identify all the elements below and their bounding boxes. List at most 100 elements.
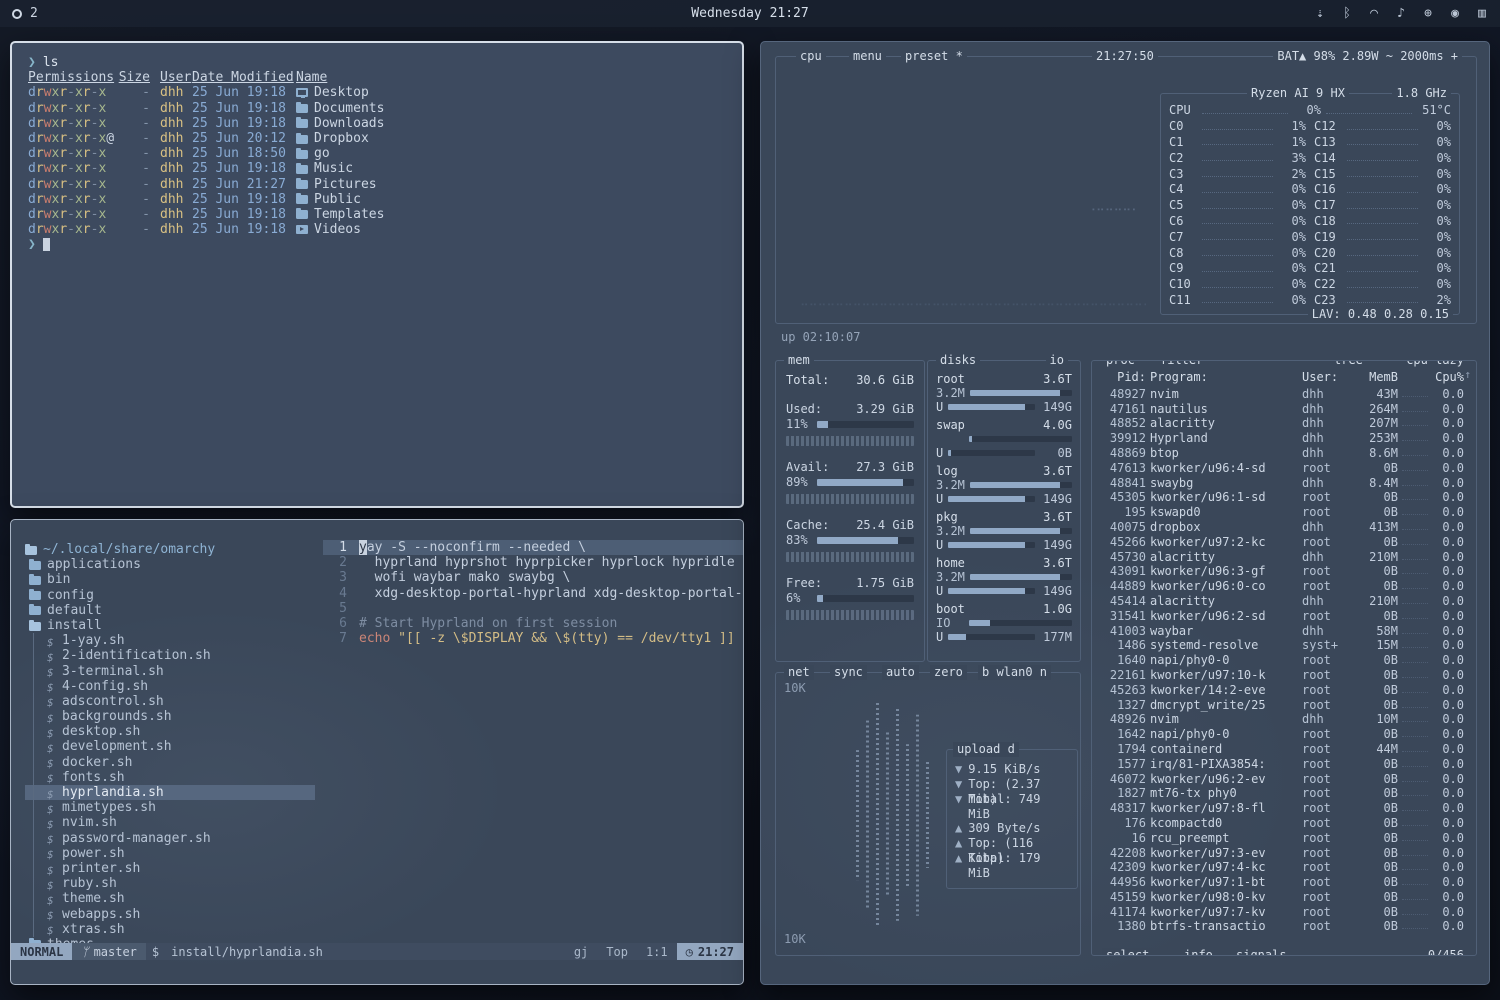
tree-item[interactable]: nvim.sh xyxy=(25,815,315,830)
process-row[interactable]: 42208 kworker/u97:3-ev root 0B 0.0 xyxy=(1102,846,1464,861)
header-user[interactable]: User: xyxy=(1302,370,1354,385)
process-panel-title[interactable]: proc xyxy=(1102,360,1139,368)
process-row[interactable]: 1486 systemd-resolve syst+ 15M 0.0 xyxy=(1102,638,1464,653)
process-row[interactable]: 45266 kworker/u97:2-kc root 0B 0.0 xyxy=(1102,535,1464,550)
sort-mode[interactable]: cpu lazy xyxy=(1402,360,1468,368)
process-row[interactable]: 48317 kworker/u97:8-fl root 0B 0.0 xyxy=(1102,801,1464,816)
network-panel-title[interactable]: net xyxy=(784,665,814,680)
process-row[interactable]: 1327 dmcrypt_write/25 root 0B 0.0 xyxy=(1102,698,1464,713)
tree-item[interactable]: 1-yay.sh xyxy=(25,633,315,648)
wifi-icon[interactable]: ◠ xyxy=(1368,6,1380,21)
tree-item[interactable]: docker.sh xyxy=(25,755,315,770)
process-row[interactable]: 45159 kworker/u98:0-kv root 0B 0.0 xyxy=(1102,890,1464,905)
process-row[interactable]: 44889 kworker/u96:0-co root 0B 0.0 xyxy=(1102,579,1464,594)
process-row[interactable]: 1380 btrfs-transactio root 0B 0.0 xyxy=(1102,919,1464,934)
process-row[interactable]: 43091 kworker/u96:3-gf root 0B 0.0 xyxy=(1102,564,1464,579)
tree-item[interactable]: printer.sh xyxy=(25,861,315,876)
tree-item[interactable]: default xyxy=(25,603,315,618)
process-row[interactable]: 48927 nvim dhh 43M 0.0 xyxy=(1102,387,1464,402)
process-row[interactable]: 45305 kworker/u96:1-sd root 0B 0.0 xyxy=(1102,490,1464,505)
process-row[interactable]: 39912 Hyprland dhh 253M 0.0 xyxy=(1102,431,1464,446)
process-row[interactable]: 44956 kworker/u97:1-bt root 0B 0.0 xyxy=(1102,875,1464,890)
preset-button[interactable]: preset * xyxy=(901,49,967,64)
bluetooth-icon[interactable]: ᛒ xyxy=(1341,6,1353,21)
header-program[interactable]: Program: xyxy=(1150,370,1298,385)
process-row[interactable]: 47161 nautilus dhh 264M 0.0 xyxy=(1102,402,1464,417)
tree-item[interactable]: fonts.sh xyxy=(25,770,315,785)
tree-item[interactable]: config xyxy=(25,588,315,603)
select-hint[interactable]: select xyxy=(1102,948,1153,956)
process-row[interactable]: 1827 mt76-tx phy0 root 0B 0.0 xyxy=(1102,786,1464,801)
process-row[interactable]: 41003 waybar dhh 58M 0.0 xyxy=(1102,624,1464,639)
tree-root[interactable]: ~/.local/share/omarchy xyxy=(25,542,315,557)
cpu-panel-title[interactable]: cpu xyxy=(796,49,826,64)
volume-icon[interactable]: ♪ xyxy=(1395,6,1407,21)
header-mem[interactable]: MemB xyxy=(1358,370,1398,385)
tree-item[interactable]: ruby.sh xyxy=(25,876,315,891)
process-row[interactable]: 1794 containerd root 44M 0.0 xyxy=(1102,742,1464,757)
editor-window[interactable]: ~/.local/share/omarchy applications bin xyxy=(10,519,744,985)
process-row[interactable]: 176 kcompactd0 root 0B 0.0 xyxy=(1102,816,1464,831)
process-row[interactable]: 48852 alacritty dhh 207M 0.0 xyxy=(1102,416,1464,431)
tree-item[interactable]: bin xyxy=(25,572,315,587)
io-mode-button[interactable]: io xyxy=(1046,353,1068,368)
battery-icon[interactable]: ▥ xyxy=(1476,6,1488,21)
auto-button[interactable]: auto xyxy=(882,665,919,680)
process-row[interactable]: 45263 kworker/14:2-eve root 0B 0.0 xyxy=(1102,683,1464,698)
tree-item[interactable]: password-manager.sh xyxy=(25,831,315,846)
tree-toggle[interactable]: tree xyxy=(1330,360,1367,368)
header-cpu[interactable]: Cpu% xyxy=(1432,370,1464,385)
tree-item[interactable]: power.sh xyxy=(25,846,315,861)
signals-button[interactable]: signals xyxy=(1232,948,1291,956)
process-row[interactable]: 16 rcu_preempt root 0B 0.0 xyxy=(1102,831,1464,846)
process-row[interactable]: 46072 kworker/u96:2-ev root 0B 0.0 xyxy=(1102,772,1464,787)
network-icon[interactable]: ⊕ xyxy=(1422,6,1434,21)
tree-item[interactable]: backgrounds.sh xyxy=(25,709,315,724)
process-row[interactable]: 48926 nvim dhh 10M 0.0 xyxy=(1102,712,1464,727)
info-button[interactable]: info xyxy=(1180,948,1217,956)
workspace-indicator[interactable]: 2 xyxy=(12,6,38,21)
process-row[interactable]: 42309 kworker/u97:4-kc root 0B 0.0 xyxy=(1102,860,1464,875)
tree-item[interactable]: 3-terminal.sh xyxy=(25,664,315,679)
tree-item[interactable]: webapps.sh xyxy=(25,907,315,922)
process-row[interactable]: 1642 napi/phy0-0 root 0B 0.0 xyxy=(1102,727,1464,742)
tree-item[interactable]: 4-config.sh xyxy=(25,679,315,694)
btop-window[interactable]: cpu menu preset * 21:27:50 BAT▲ 98% 2.89… xyxy=(760,41,1490,985)
clock[interactable]: Wednesday 21:27 xyxy=(0,6,1500,21)
process-row[interactable]: 195 kswapd0 root 0B 0.0 xyxy=(1102,505,1464,520)
terminal-window[interactable]: ❯ ls Permissions Size User Date Modified… xyxy=(10,41,744,508)
menu-button[interactable]: menu xyxy=(849,49,886,64)
header-pid[interactable]: Pid: xyxy=(1102,370,1146,385)
tree-item[interactable]: adscontrol.sh xyxy=(25,694,315,709)
process-row[interactable]: 41174 kworker/u97:7-kv root 0B 0.0 xyxy=(1102,905,1464,920)
user-icon[interactable]: ◉ xyxy=(1449,6,1461,21)
tree-item[interactable]: theme.sh xyxy=(25,891,315,906)
sync-button[interactable]: sync xyxy=(830,665,867,680)
process-row[interactable]: 48841 swaybg dhh 8.4M 0.0 xyxy=(1102,476,1464,491)
memory-panel-title[interactable]: mem xyxy=(784,353,814,368)
tree-item[interactable]: 2-identification.sh xyxy=(25,648,315,663)
download-icon[interactable]: ⇣ xyxy=(1314,6,1326,21)
tree-item[interactable]: mimetypes.sh xyxy=(25,800,315,815)
process-row[interactable]: 22161 kworker/u97:10-k root 0B 0.0 xyxy=(1102,668,1464,683)
tree-item[interactable]: xtras.sh xyxy=(25,922,315,937)
process-row[interactable]: 48869 btop dhh 8.6M 0.0 xyxy=(1102,446,1464,461)
code-editor[interactable]: 1 yay -S --noconfirm --needed \ 2 hyprla… xyxy=(323,520,743,943)
process-row[interactable]: 1577 irq/81-PIXA3854: root 0B 0.0 xyxy=(1102,757,1464,772)
tree-item[interactable]: install xyxy=(25,618,315,633)
terminal-input-line[interactable]: ❯ xyxy=(28,237,726,252)
scroll-up-icon[interactable]: ↑ xyxy=(1464,367,1471,382)
tree-item[interactable]: desktop.sh xyxy=(25,724,315,739)
tree-item[interactable]: applications xyxy=(25,557,315,572)
tree-item[interactable]: development.sh xyxy=(25,739,315,754)
process-row[interactable]: 1640 napi/phy0-0 root 0B 0.0 xyxy=(1102,653,1464,668)
process-row[interactable]: 47613 kworker/u96:4-sd root 0B 0.0 xyxy=(1102,461,1464,476)
process-row[interactable]: 45414 alacritty dhh 210M 0.0 xyxy=(1102,594,1464,609)
zero-button[interactable]: zero xyxy=(930,665,967,680)
process-row[interactable]: 40075 dropbox dhh 413M 0.0 xyxy=(1102,520,1464,535)
tree-item[interactable]: hyprlandia.sh xyxy=(25,785,315,800)
disks-panel-title[interactable]: disks xyxy=(936,353,980,368)
filter-button[interactable]: filter xyxy=(1156,360,1207,368)
process-row[interactable]: 45730 alacritty dhh 210M 0.0 xyxy=(1102,550,1464,565)
process-row[interactable]: 31541 kworker/u96:2-sd root 0B 0.0 xyxy=(1102,609,1464,624)
